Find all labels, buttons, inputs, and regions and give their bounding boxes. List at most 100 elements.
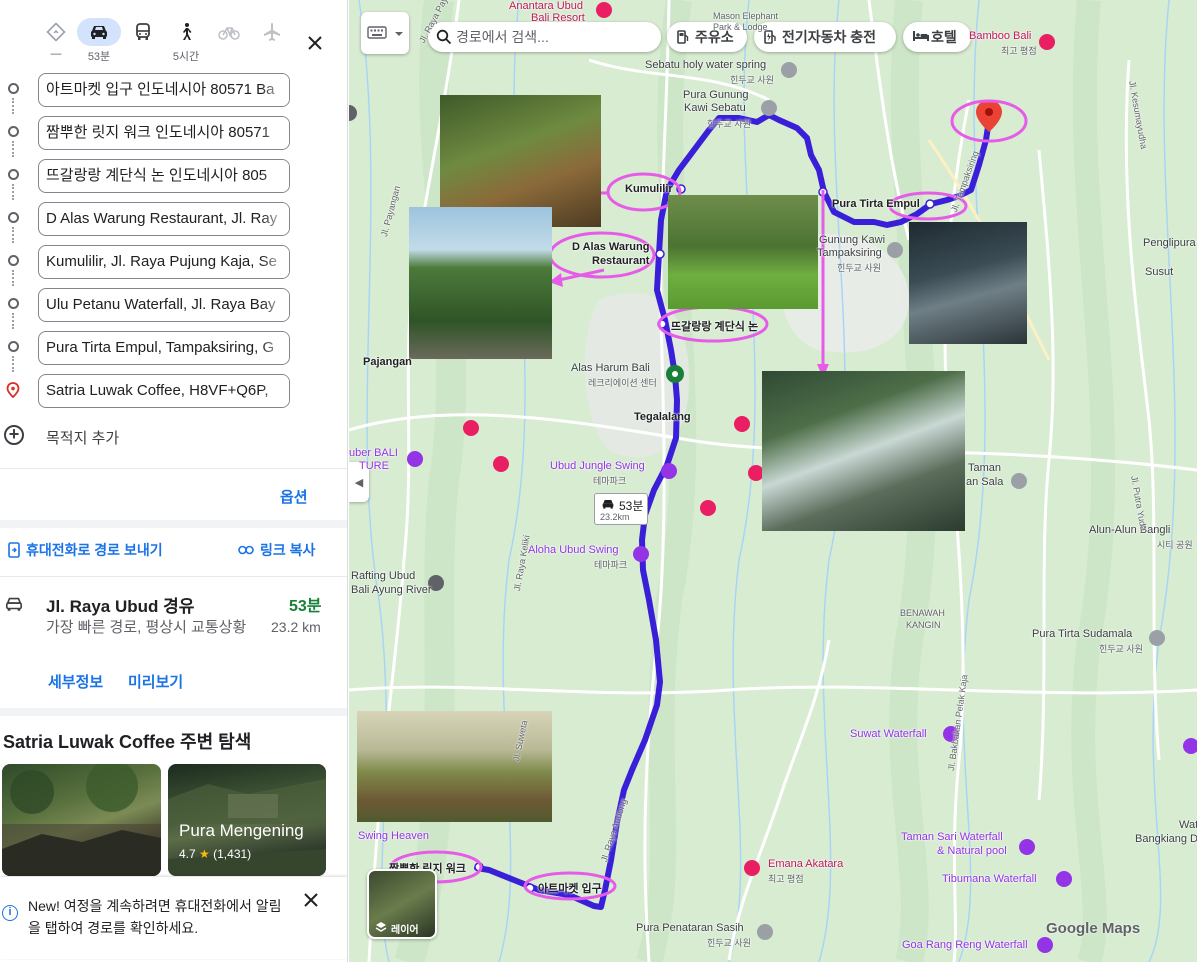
temple-photo — [2, 764, 161, 876]
map-label: Bangkiang D — [1135, 833, 1197, 845]
chip-hotels[interactable]: 호텔 — [903, 22, 971, 52]
map-label: BENAWAH — [900, 608, 945, 618]
route-description: 가장 빠른 경로, 평상시 교통상황 — [46, 619, 247, 636]
waypoint-text: Ulu Petanu Waterfall, Jl. Raya Bay — [46, 296, 276, 313]
map-label: Sebatu holy water spring — [645, 59, 767, 71]
close-icon — [308, 36, 322, 50]
map-label: Park & Lodge — [713, 22, 768, 32]
map-label: Pura Tirta Empul — [832, 198, 920, 210]
connector-dots — [12, 141, 14, 157]
map-label: Mason Elephant — [713, 11, 779, 21]
connector-dots — [12, 227, 14, 243]
map-label: Pura Tirta Sudamala — [1032, 628, 1133, 640]
mode-best-route[interactable]: — — [34, 18, 78, 64]
close-icon — [304, 893, 318, 907]
waypoint-input[interactable]: Satria Luwak Coffee, H8VF+Q6P, — [38, 374, 290, 408]
map-label: Bamboo Bali — [969, 30, 1032, 42]
map-label: an Sala — [966, 476, 1004, 488]
waypoint-input[interactable]: 짬뿌한 릿지 워크 인도네시아 80571 — [38, 116, 290, 150]
map-label: 뜨갈랑랑 계단식 논 — [671, 321, 759, 333]
map-label: Susut — [1145, 266, 1174, 278]
waypoint-circle-icon — [8, 169, 19, 180]
star-icon: ★ — [199, 847, 210, 861]
mode-transit[interactable] — [121, 18, 165, 64]
map-label: Goa Rang Reng Waterfall — [902, 939, 1028, 951]
map-label: Kawi Sebatu — [684, 102, 746, 114]
map-label: Tibumana Waterfall — [942, 873, 1037, 885]
google-maps-logo: Google Maps — [1046, 920, 1141, 937]
route-option[interactable]: Jl. Raya Ubud 경유 53분 가장 빠른 경로, 평상시 교통상황 … — [0, 576, 347, 706]
chip-ev-charging[interactable]: 전기자동차 충전 — [754, 22, 896, 52]
map-label: Suwat Waterfall — [850, 728, 927, 740]
explore-card-name: Pura Mengening — [179, 821, 304, 840]
waypoint-input[interactable]: D Alas Warung Restaurant, Jl. Ray — [38, 202, 290, 236]
map-label: Emana Akatara — [768, 858, 844, 870]
waypoint-text: Satria Luwak Coffee, H8VF+Q6P, — [46, 382, 269, 399]
search-along-route[interactable]: 경로에서 검색... — [428, 22, 661, 52]
connector-dots — [12, 98, 14, 114]
waypoint-circle-icon — [8, 212, 19, 223]
explore-card[interactable] — [2, 764, 161, 876]
layers-button[interactable]: 레이어 — [367, 869, 437, 939]
waypoint-input[interactable]: Ulu Petanu Waterfall, Jl. Raya Bay — [38, 288, 290, 322]
close-notification-button[interactable] — [304, 893, 318, 912]
layers-icon — [375, 922, 387, 932]
add-destination-button[interactable]: + 목적지 추가 — [4, 425, 304, 449]
photo-tirta-empul — [909, 222, 1027, 344]
waypoint-row: 뜨갈랑랑 계단식 논 인도네시아 805 — [0, 156, 347, 200]
options-button[interactable]: 옵션 — [280, 486, 308, 507]
route-preview-button[interactable]: 미리보기 — [128, 671, 183, 692]
add-destination-label: 목적지 추가 — [46, 430, 120, 447]
map-label: Restaurant — [592, 255, 650, 267]
map-label: Alas Harum Bali — [571, 362, 650, 374]
map-label: Tegalalang — [634, 411, 691, 423]
map-label: 힌두교 사원 — [730, 75, 774, 85]
waypoint-text: 아트마켓 입구 인도네시아 80571 Ba — [46, 81, 275, 98]
map-label: Pura Penataran Sasih — [636, 922, 744, 934]
alas-harum-marker — [666, 365, 684, 383]
mode-walking[interactable]: 5시간 — [164, 18, 208, 64]
map-label: 시티 공원 — [1157, 540, 1193, 550]
mode-driving[interactable]: 53분 — [77, 18, 121, 64]
input-tools-button[interactable] — [361, 12, 409, 54]
map-label: uber BALI — [349, 447, 398, 459]
destination-pin-icon — [6, 382, 20, 398]
chip-label: 전기자동차 충전 — [782, 29, 877, 45]
waypoint-input[interactable]: 아트마켓 입구 인도네시아 80571 Ba — [38, 73, 290, 107]
mode-label: 53분 — [87, 51, 111, 63]
explore-card[interactable]: Pura Mengening 4.7 ★ (1,431) — [168, 764, 326, 876]
map-label: D Alas Warung — [572, 241, 650, 253]
map-label: 아트마켓 입구 — [538, 883, 602, 895]
mode-cycling[interactable] — [207, 18, 251, 64]
divider — [0, 520, 347, 528]
waypoint-row: Satria Luwak Coffee, H8VF+Q6P, — [0, 371, 347, 409]
map-label: Anantara Ubud — [509, 0, 583, 12]
waypoint-input[interactable]: Pura Tirta Empul, Tampaksiring, G — [38, 331, 290, 365]
divider — [0, 708, 347, 716]
map-label: 테마파크 — [593, 476, 627, 486]
map-label: 레크리에이션 센터 — [588, 378, 657, 388]
mode-flights[interactable] — [250, 18, 294, 64]
waypoint-circle-icon — [8, 298, 19, 309]
airplane-icon — [250, 18, 294, 46]
send-to-phone-button[interactable]: 휴대전화로 경로 보내기 — [8, 540, 163, 560]
map-label: Kumulilir — [625, 183, 673, 195]
search-icon — [436, 29, 452, 45]
search-placeholder: 경로에서 검색... — [456, 29, 549, 45]
directions-panel: — 53분 5시간 아트마켓 입구 인도네시아 80571 Ba 짬뿌한 릿지 … — [0, 0, 348, 962]
waypoint-text: Kumulilir, Jl. Raya Pujung Kaja, Se — [46, 253, 277, 270]
map-canvas[interactable]: ◀ 경로에서 검색... 주유소 전기자동차 충전 호텔 Anantara Ub… — [349, 0, 1197, 962]
phone-send-icon — [8, 542, 20, 558]
map-label: 힌두교 사원 — [1099, 644, 1143, 654]
map-label: Taman — [968, 462, 1002, 474]
copy-link-button[interactable]: 링크 복사 — [238, 540, 315, 560]
route-details-button[interactable]: 세부정보 — [48, 671, 103, 692]
car-icon — [602, 500, 614, 509]
notification-banner: i New! 여정을 계속하려면 휴대전화에서 알림을 탭하여 경로를 확인하세… — [0, 877, 347, 959]
connector-dots — [12, 270, 14, 286]
waypoint-input[interactable]: 뜨갈랑랑 계단식 논 인도네시아 805 — [38, 159, 290, 193]
route-time-callout[interactable]: 53분 23.2km — [594, 493, 648, 525]
diamond-route-icon — [34, 18, 78, 46]
close-directions-button[interactable] — [300, 28, 330, 58]
waypoint-input[interactable]: Kumulilir, Jl. Raya Pujung Kaja, Se — [38, 245, 290, 279]
